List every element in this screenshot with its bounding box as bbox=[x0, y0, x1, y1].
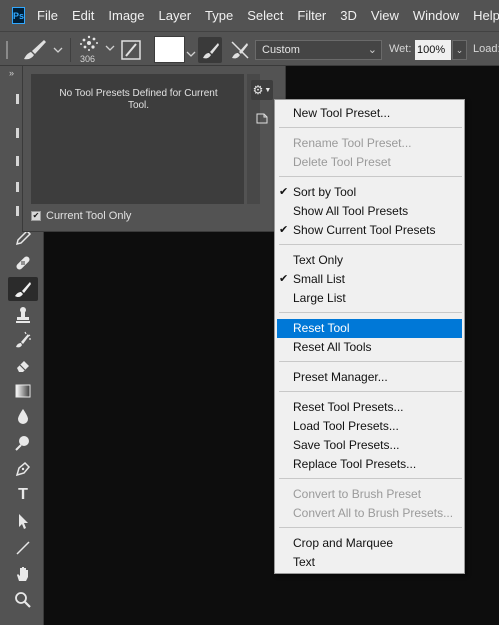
checkmark-icon: ✔ bbox=[279, 186, 289, 198]
tool-presets-flyout-menu: New Tool Preset... Rename Tool Preset...… bbox=[274, 99, 465, 574]
tool-presets-panel: No Tool Presets Defined for Current Tool… bbox=[22, 65, 286, 232]
menu-item-reset-tool-presets[interactable]: Reset Tool Presets... bbox=[277, 398, 462, 417]
load-label: Load: bbox=[473, 43, 499, 55]
menu-window[interactable]: Window bbox=[413, 8, 459, 23]
options-bar-grip[interactable] bbox=[3, 39, 11, 61]
options-bar: 306 Custom ⌄ Wet: ⌄ Load: bbox=[0, 31, 499, 66]
menu-file[interactable]: File bbox=[37, 8, 58, 23]
swatch-dropdown-chevron-icon[interactable] bbox=[186, 47, 196, 61]
new-tool-preset-icon[interactable] bbox=[256, 112, 268, 124]
brush-combination-value: Custom bbox=[262, 44, 300, 56]
checkbox-checked-icon: ✔ bbox=[31, 211, 41, 221]
menu-item-text[interactable]: Text bbox=[277, 553, 462, 572]
menu-item-load-tool-presets[interactable]: Load Tool Presets... bbox=[277, 417, 462, 436]
select-chevron-icon: ⌄ bbox=[367, 44, 377, 56]
panel-menu-gear-button[interactable]: ⚙ ▼ bbox=[251, 80, 273, 100]
menu-separator bbox=[279, 391, 462, 392]
menu-separator bbox=[279, 244, 462, 245]
hand-tool-icon[interactable] bbox=[8, 562, 38, 586]
hidden-tool-indicator bbox=[16, 128, 19, 138]
empty-presets-message: No Tool Presets Defined for Current Tool… bbox=[59, 88, 218, 111]
menu-item-convert-to-brush-preset[interactable]: Convert to Brush Preset bbox=[277, 485, 462, 504]
brush-settings-panel-icon[interactable] bbox=[120, 39, 142, 64]
healing-brush-icon[interactable] bbox=[8, 251, 38, 275]
menu-view[interactable]: View bbox=[371, 8, 399, 23]
menu-edit[interactable]: Edit bbox=[72, 8, 94, 23]
menu-item-sort-by-tool[interactable]: ✔ Sort by Tool bbox=[277, 183, 462, 202]
menu-item-reset-tool[interactable]: Reset Tool bbox=[277, 319, 462, 338]
menu-separator bbox=[279, 127, 462, 128]
blur-tool-icon[interactable] bbox=[8, 405, 38, 429]
checkmark-icon: ✔ bbox=[279, 224, 289, 236]
menu-item-show-current-tool-presets[interactable]: ✔ Show Current Tool Presets bbox=[277, 221, 462, 240]
menu-item-save-tool-presets[interactable]: Save Tool Presets... bbox=[277, 436, 462, 455]
menu-image[interactable]: Image bbox=[108, 8, 144, 23]
menu-bar: Ps File Edit Image Layer Type Select Fil… bbox=[0, 0, 499, 31]
load-brush-after-stroke-icon[interactable] bbox=[198, 37, 222, 63]
menu-item-new-tool-preset[interactable]: New Tool Preset... bbox=[277, 104, 462, 123]
collapse-toolbar-icon[interactable]: » bbox=[9, 68, 14, 78]
options-separator bbox=[70, 38, 71, 62]
path-selection-tool-icon[interactable] bbox=[8, 509, 38, 533]
eraser-tool-icon[interactable] bbox=[8, 353, 38, 377]
menu-type[interactable]: Type bbox=[205, 8, 233, 23]
wet-label: Wet: bbox=[389, 43, 412, 55]
menu-help[interactable]: Help bbox=[473, 8, 499, 23]
menu-item-delete-tool-preset[interactable]: Delete Tool Preset bbox=[277, 153, 462, 172]
menu-item-reset-all-tools[interactable]: Reset All Tools bbox=[277, 338, 462, 357]
menu-item-convert-all-to-brush-presets[interactable]: Convert All to Brush Presets... bbox=[277, 504, 462, 523]
current-brush-color-swatch[interactable] bbox=[154, 36, 185, 63]
menu-item-crop-and-marquee[interactable]: Crop and Marquee bbox=[277, 534, 462, 553]
menu-item-text-only[interactable]: Text Only bbox=[277, 251, 462, 270]
clean-brush-after-stroke-icon[interactable] bbox=[228, 38, 252, 65]
wet-input[interactable] bbox=[415, 40, 451, 60]
menu-3d[interactable]: 3D bbox=[340, 8, 357, 23]
menu-item-rename-tool-preset[interactable]: Rename Tool Preset... bbox=[277, 134, 462, 153]
hidden-tool-indicator bbox=[16, 94, 19, 104]
current-tool-only-checkbox[interactable]: ✔ Current Tool Only bbox=[31, 210, 131, 222]
menu-item-preset-manager[interactable]: Preset Manager... bbox=[277, 368, 462, 387]
menu-item-show-all-tool-presets[interactable]: Show All Tool Presets bbox=[277, 202, 462, 221]
line-tool-icon[interactable] bbox=[8, 536, 38, 560]
tool-presets-list[interactable]: No Tool Presets Defined for Current Tool… bbox=[31, 74, 244, 204]
tool-preset-picker-icon[interactable] bbox=[18, 37, 66, 66]
checkmark-icon: ✔ bbox=[279, 273, 289, 285]
menu-item-replace-tool-presets[interactable]: Replace Tool Presets... bbox=[277, 455, 462, 474]
menu-separator bbox=[279, 361, 462, 362]
menu-separator bbox=[279, 312, 462, 313]
dodge-tool-icon[interactable] bbox=[8, 431, 38, 455]
menu-item-large-list[interactable]: Large List bbox=[277, 289, 462, 308]
zoom-tool-icon[interactable] bbox=[8, 588, 38, 612]
gear-icon: ⚙ bbox=[252, 83, 264, 97]
caret-down-icon: ▼ bbox=[264, 86, 272, 94]
clone-stamp-tool-icon[interactable] bbox=[8, 303, 38, 327]
photoshop-logo-icon[interactable]: Ps bbox=[12, 7, 26, 24]
hidden-tool-indicator bbox=[16, 206, 19, 216]
menu-separator bbox=[279, 176, 462, 177]
current-tool-only-label: Current Tool Only bbox=[46, 210, 132, 222]
brush-combination-select[interactable]: Custom ⌄ bbox=[255, 40, 382, 60]
menu-select[interactable]: Select bbox=[247, 8, 283, 23]
hidden-tool-indicator bbox=[16, 156, 19, 166]
menu-separator bbox=[279, 478, 462, 479]
gradient-tool-icon[interactable] bbox=[8, 379, 38, 403]
pen-tool-icon[interactable] bbox=[8, 457, 38, 481]
brush-tool-icon[interactable] bbox=[8, 277, 38, 301]
hidden-tool-indicator bbox=[16, 182, 19, 192]
menu-filter[interactable]: Filter bbox=[297, 8, 326, 23]
wet-dropdown-chevron-icon[interactable]: ⌄ bbox=[452, 40, 467, 60]
menu-separator bbox=[279, 527, 462, 528]
menu-layer[interactable]: Layer bbox=[159, 8, 192, 23]
history-brush-tool-icon[interactable] bbox=[8, 328, 38, 352]
type-tool-icon[interactable]: T bbox=[8, 483, 38, 507]
brush-size-value: 306 bbox=[80, 54, 96, 64]
menu-item-small-list[interactable]: ✔ Small List bbox=[277, 270, 462, 289]
